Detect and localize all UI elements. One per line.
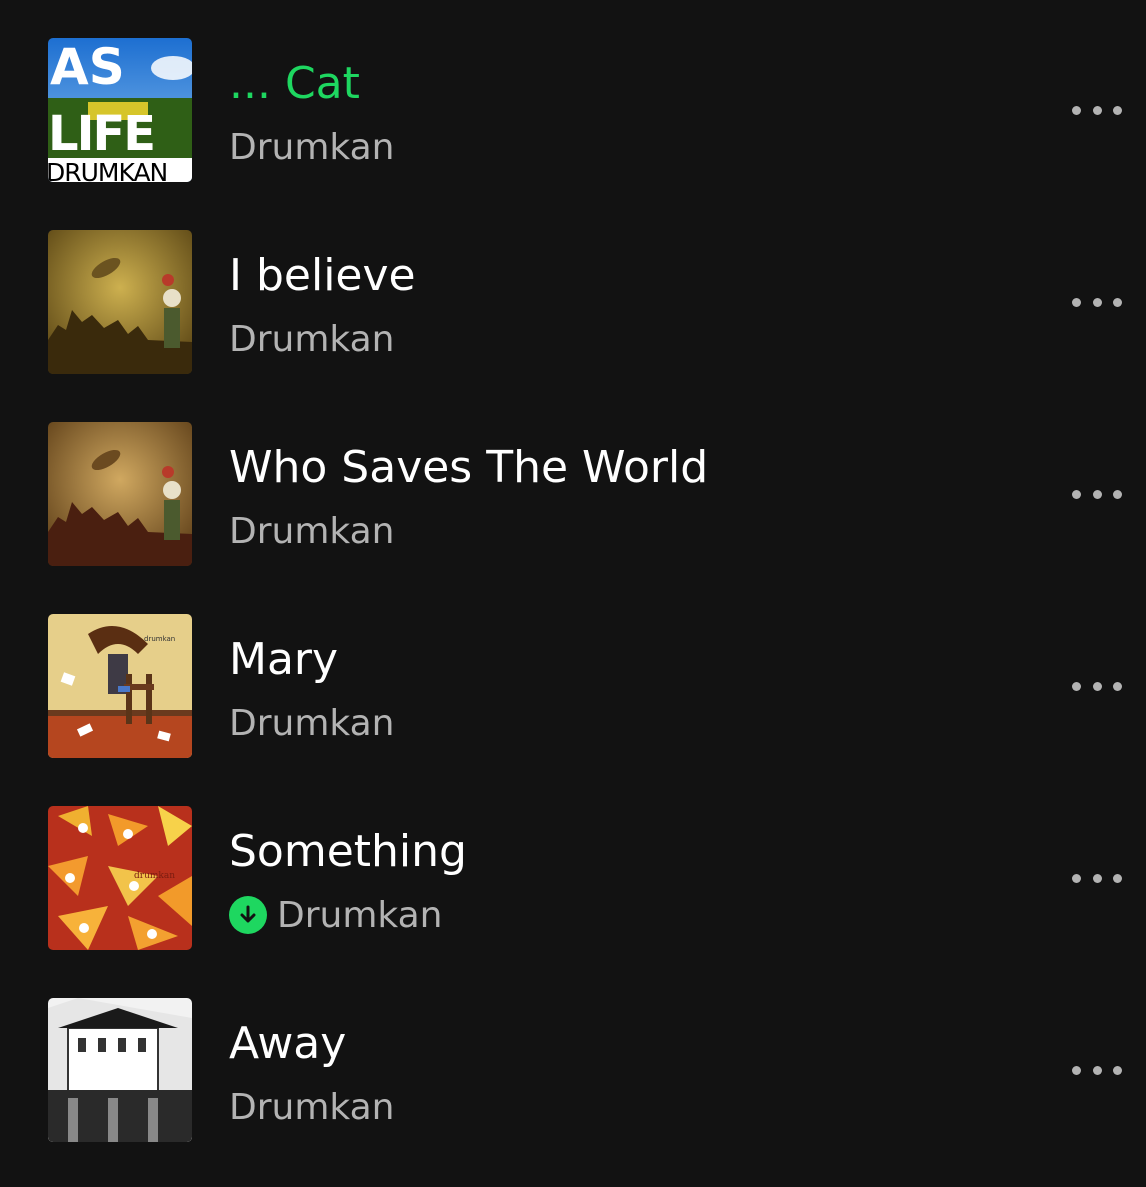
track-row[interactable]: drumkan Something Drumkan (0, 806, 1146, 998)
album-art-image: drumkan (48, 614, 192, 758)
album-art: AS LIFE DRUMKAN (48, 38, 192, 182)
svg-text:AS: AS (50, 38, 125, 96)
track-title: Something (229, 826, 467, 877)
album-art: drumkan (48, 806, 192, 950)
track-title: Away (229, 1018, 347, 1069)
track-title: Who Saves The World (229, 442, 709, 493)
album-art-image (48, 230, 192, 374)
track-artist-line: Drumkan (229, 890, 443, 940)
album-art (48, 422, 192, 566)
more-options-icon[interactable] (1064, 90, 1130, 130)
track-artist-line: Drumkan (229, 122, 395, 172)
track-title: Mary (229, 634, 339, 685)
album-art-image (48, 998, 192, 1142)
album-art (48, 998, 192, 1142)
track-title: I believe (229, 250, 416, 301)
album-art: drumkan (48, 614, 192, 758)
album-art-image: AS LIFE DRUMKAN (48, 38, 192, 182)
svg-text:DRUMKAN: DRUMKAN (48, 158, 167, 182)
track-artist-line: Drumkan (229, 698, 395, 748)
track-row[interactable]: I believe Drumkan (0, 230, 1146, 422)
track-artist-line: Drumkan (229, 1082, 395, 1132)
more-options-icon[interactable] (1064, 474, 1130, 514)
track-list: AS LIFE DRUMKAN ... Cat Drumkan I believ… (0, 0, 1146, 1187)
track-artist-line: Drumkan (229, 506, 395, 556)
album-art (48, 230, 192, 374)
track-artist-line: Drumkan (229, 314, 395, 364)
track-artist: Drumkan (277, 894, 443, 936)
album-art-image: drumkan (48, 806, 192, 950)
track-row[interactable]: AS LIFE DRUMKAN ... Cat Drumkan (0, 38, 1146, 230)
track-artist: Drumkan (229, 702, 395, 744)
download-arrow-icon (229, 896, 267, 934)
more-options-icon[interactable] (1064, 858, 1130, 898)
svg-text:LIFE: LIFE (48, 106, 154, 162)
track-artist: Drumkan (229, 318, 395, 360)
more-options-icon[interactable] (1064, 282, 1130, 322)
track-row[interactable]: Away Drumkan (0, 998, 1146, 1187)
track-title: ... Cat (229, 58, 360, 109)
album-art-image (48, 422, 192, 566)
track-artist: Drumkan (229, 126, 395, 168)
track-artist: Drumkan (229, 1086, 395, 1128)
more-options-icon[interactable] (1064, 1050, 1130, 1090)
svg-text:drumkan: drumkan (144, 635, 175, 643)
track-row[interactable]: drumkan Mary Drumkan (0, 614, 1146, 806)
track-artist: Drumkan (229, 510, 395, 552)
more-options-icon[interactable] (1064, 666, 1130, 706)
svg-text:drumkan: drumkan (134, 871, 175, 881)
track-row[interactable]: Who Saves The World Drumkan (0, 422, 1146, 614)
